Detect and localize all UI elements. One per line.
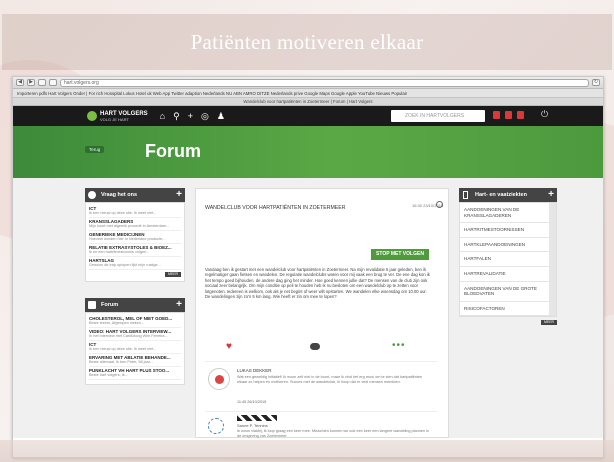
forum-banner: Terug Forum [13,126,603,178]
list-item[interactable]: ICT Ik ben nieuw op deze site. Ik weet ni… [89,341,181,354]
site-logo[interactable]: HART VOLGERS VOLG JE HART [87,111,148,122]
ask-us-title: Vraag het ons [101,192,138,198]
back-tag[interactable]: Terug [85,146,105,153]
power-icon[interactable]: ⏻ [541,109,548,120]
reply-author[interactable]: LUKAS DEKKER [237,368,272,373]
list-item[interactable]: CHOLESTEROL, MEL OF NIET GOED... Beste le… [89,315,181,328]
back-button[interactable]: ◀ [16,79,24,86]
list-item[interactable]: HARTKLEPAANDOENINGEN [460,237,556,253]
slide-footer [0,440,614,462]
list-item[interactable]: AANDOENINGEN VAN DE GROTE BLOEDVATEN [460,281,556,302]
list-item[interactable]: HARTSLAG Gewoon de trap oplopen lijkt mij… [89,257,181,270]
comment-icon[interactable] [310,343,320,350]
list-item-snippet: Gewoon de trap oplopen lijkt mijn rustig… [89,263,161,267]
list-item[interactable]: GENERIEKE MEDICIJNEN Hoeveel worden hier … [89,231,181,244]
forum-title: Forum [101,302,119,308]
list-item[interactable]: PUNKLACHT VH HART PLUS STOO... Beste hart… [89,367,181,380]
bookmark-icon [463,191,468,199]
browser-window: ◀ ▶ hart.volgers.org ↻ Importeren pdfs H… [12,76,604,458]
list-item[interactable]: HARTRITMESTOORNISSEN [460,223,556,238]
list-item[interactable]: VIDEO: HART VOLGERS INTERVIEW... In het I… [89,328,181,341]
search-icon[interactable]: ⚲ [173,111,180,122]
bookmarks-bar[interactable]: Importeren pdfs Hart Volgers Onder | For… [13,89,603,98]
list-item[interactable]: ERVARING MET ABLATIE BEHANDE... Beste all… [89,354,181,367]
post-body: Vandaag ben ik gestart met een wandelclu… [205,267,430,300]
logo-title: HART VOLGERS [100,110,148,117]
add-button[interactable]: + [548,188,554,202]
logo-subtitle: VOLG JE HART [100,116,129,122]
tab-title[interactable]: Wandelclub voor hartpatiënten in Zoeterm… [13,98,603,106]
share-button[interactable] [49,79,57,86]
heart-icon[interactable] [505,111,512,119]
search-input[interactable]: ZOEK IN HARTVOLGERS [391,110,485,122]
list-item-snippet: Ik ben nieuw op deze site. Ik weet niet.… [89,211,157,215]
stop-following-button[interactable]: STOP MET VOLGEN [371,249,429,260]
list-item-snippet: Hoeveel worden hier in Nederland product… [89,237,166,241]
notification-icons [493,111,524,119]
add-topic-button[interactable]: + [176,298,182,312]
post-panel: WANDELCLUB VOOR HARTPATIËNTEN IN ZOETERM… [195,188,449,438]
list-item-snippet: Mijn kuurt met algemik procedé in Amster… [89,224,170,228]
list-item[interactable]: HARTREVALIDATIE [460,266,556,282]
avatar[interactable] [208,418,224,434]
avatar[interactable] [208,368,230,390]
main-nav: ⌂ ⚲ + ◎ ♟ [160,111,225,122]
add-question-button[interactable]: + [176,188,182,202]
right-column: Hart- en vaatziekten + AANDOENINGEN VAN … [459,188,557,326]
reply: Sanne P. Tennins Ik woon vlakbij, ik loo… [205,411,437,439]
address-bar[interactable]: hart.volgers.org [60,78,589,87]
clock-icon [436,201,443,208]
reload-button[interactable]: ↻ [592,79,600,86]
post-title: WANDELCLUB VOOR HARTPATIËNTEN IN ZOETERM… [205,205,346,211]
diseases-list: AANDOENINGEN VAN DE KRANSSLAGADEREN HART… [459,202,557,318]
list-item-snippet: Ik en een hartritmestoornis volgen... [89,250,150,254]
reply-date: 11:45 26/10/2015 [237,400,267,404]
diseases-header: Hart- en vaatziekten + [459,188,557,202]
list-item-snippet: In het Interview met Cardioloog Wim Ferr… [89,334,168,338]
plus-icon[interactable]: + [188,111,193,122]
site-header: HART VOLGERS VOLG JE HART ⌂ ⚲ + ◎ ♟ ZOEK… [13,106,603,126]
more-options-icon[interactable]: ••• [392,340,406,351]
list-item[interactable]: ICT Ik ben nieuw op deze site. Ik weet ni… [89,205,181,218]
slide: Patiënten motiveren elkaar ◀ ▶ hart.volg… [0,0,614,462]
list-item-snippet: Beste allemaal, Ik ben Peter, 58 jaar... [89,360,153,364]
like-heart-icon[interactable]: ♥ [226,341,232,352]
home-icon[interactable]: ⌂ [160,111,165,122]
slide-title: Patiënten motiveren elkaar [190,30,424,54]
forum-icon [88,301,96,309]
reply-text: Ik woon vlakbij, ik loop graag een keer … [237,429,430,438]
forward-button[interactable]: ▶ [27,79,35,86]
message-icon[interactable] [493,111,500,119]
sidebar-button[interactable] [38,79,46,86]
ask-us-list: ICT Ik ben nieuw op deze site. Ik weet ni… [85,202,185,282]
browser-toolbar: ◀ ▶ hart.volgers.org ↻ [13,77,603,89]
logo-icon [87,111,97,121]
banner-title: Forum [145,141,201,161]
list-item[interactable]: RISICOFACTOREN [460,301,556,317]
forum-header: Forum + [85,298,185,312]
user-icon[interactable]: ♟ [217,111,225,122]
list-item[interactable]: KRANSSLAGADERS Mijn kuurt met algemik pro… [89,218,181,231]
striped-badge [237,415,277,421]
ask-us-header: Vraag het ons + [85,188,185,202]
list-item[interactable]: HARTFALEN [460,252,556,267]
more-button[interactable]: MEER [541,320,557,326]
reply-text: Wat een geweldig initiatief! Ik woon zel… [237,375,423,384]
list-item[interactable]: AANDOENINGEN VAN DE KRANSSLAGADEREN [460,203,556,224]
diseases-title: Hart- en vaatziekten [475,192,527,198]
page-content: Vraag het ons + ICT Ik ben nieuw op deze … [13,178,603,438]
list-item-snippet: Beste hart volgers, Ik... [89,373,128,377]
bell-icon[interactable] [517,111,524,119]
forum-list: CHOLESTEROL, MEL OF NIET GOED... Beste le… [85,312,185,385]
list-item[interactable]: RELATIE EXTRASYSTOLES & BIOEZ... Ik en ee… [89,244,181,257]
target-icon[interactable]: ◎ [201,111,209,122]
question-icon [88,191,96,199]
post-actions: ♥ ••• [196,339,450,355]
reply: LUKAS DEKKER Wat een geweldig initiatief… [205,361,437,407]
left-column: Vraag het ons + ICT Ik ben nieuw op deze … [85,188,185,385]
more-button[interactable]: MEER [165,272,181,277]
list-item-snippet: Ik ben nieuw op deze site. Ik weet niet.… [89,347,157,351]
reply-author[interactable]: Sanne P. Tennins [237,423,268,428]
list-item-snippet: Beste lezers, Afgelopen weken... [89,321,145,325]
